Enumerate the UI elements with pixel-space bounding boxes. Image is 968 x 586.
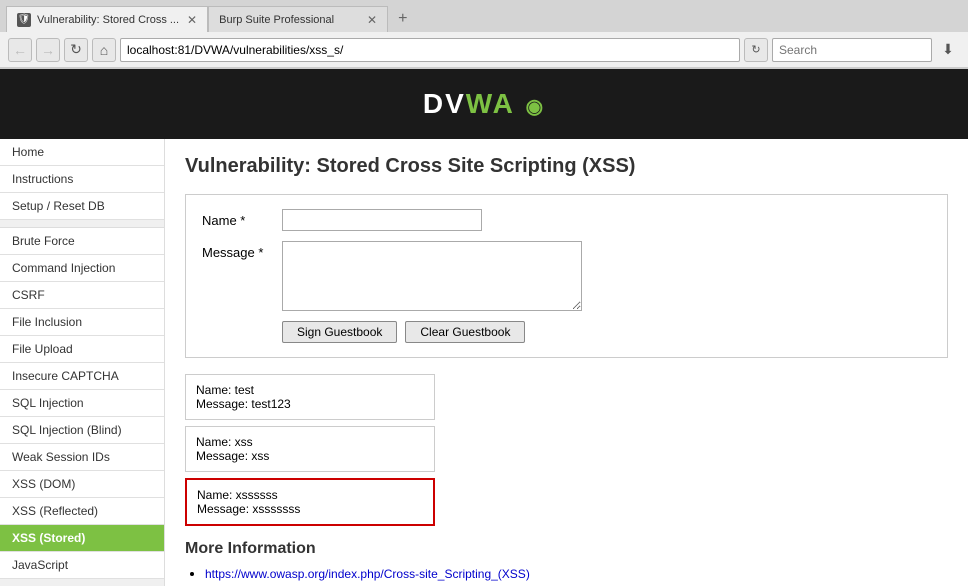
tab-title-1: Vulnerability: Stored Cross ... <box>37 14 179 26</box>
tab-bar: 🛡 Vulnerability: Stored Cross ... ✕ Burp… <box>0 0 968 32</box>
entry-1-name: Name: test <box>196 383 424 397</box>
sidebar-item-brute-force[interactable]: Brute Force <box>0 228 164 255</box>
address-bar[interactable] <box>120 38 740 62</box>
guestbook-entry-2: Name: xss Message: xss <box>185 426 435 472</box>
dvwa-logo-symbol: ◉ <box>526 96 545 118</box>
page-content: DVWA ◉ Home Instructions Setup / Reset D… <box>0 69 968 586</box>
back-button[interactable]: ← <box>8 38 32 62</box>
tab-burp[interactable]: Burp Suite Professional ✕ <box>208 6 388 32</box>
main-layout: Home Instructions Setup / Reset DB Brute… <box>0 139 968 586</box>
sidebar-item-file-inclusion[interactable]: File Inclusion <box>0 309 164 336</box>
dvwa-logo-accent: WA <box>466 88 514 119</box>
sidebar: Home Instructions Setup / Reset DB Brute… <box>0 139 165 586</box>
list-item-1: https://www.owasp.org/index.php/Cross-si… <box>205 566 948 581</box>
go-button[interactable]: ↻ <box>744 38 768 62</box>
refresh-button[interactable]: ↻ <box>64 38 88 62</box>
form-row-name: Name * <box>202 209 931 231</box>
message-label: Message * <box>202 241 282 260</box>
sidebar-item-file-upload[interactable]: File Upload <box>0 336 164 363</box>
name-label: Name * <box>202 209 282 228</box>
guestbook-entry-3: Name: xssssss Message: xsssssss <box>185 478 435 526</box>
sign-guestbook-button[interactable]: Sign Guestbook <box>282 321 397 343</box>
sidebar-item-command-injection[interactable]: Command Injection <box>0 255 164 282</box>
form-buttons: Sign Guestbook Clear Guestbook <box>282 321 931 343</box>
info-links-list: https://www.owasp.org/index.php/Cross-si… <box>185 566 948 586</box>
home-button[interactable]: ⌂ <box>92 38 116 62</box>
download-button[interactable]: ⬇ <box>936 38 960 62</box>
clear-guestbook-button[interactable]: Clear Guestbook <box>405 321 525 343</box>
sidebar-divider-1 <box>0 220 164 228</box>
new-tab-button[interactable]: + <box>392 10 413 28</box>
sidebar-item-insecure-captcha[interactable]: Insecure CAPTCHA <box>0 363 164 390</box>
sidebar-item-home[interactable]: Home <box>0 139 164 166</box>
browser-chrome: 🛡 Vulnerability: Stored Cross ... ✕ Burp… <box>0 0 968 69</box>
search-input[interactable] <box>772 38 932 62</box>
entry-2-name: Name: xss <box>196 435 424 449</box>
dvwa-header: DVWA ◉ <box>0 69 968 139</box>
entry-3-message: Message: xsssssss <box>197 502 423 516</box>
sidebar-item-weak-session[interactable]: Weak Session IDs <box>0 444 164 471</box>
sidebar-item-sql-injection[interactable]: SQL Injection <box>0 390 164 417</box>
entry-1-message: Message: test123 <box>196 397 424 411</box>
entry-2-message: Message: xss <box>196 449 424 463</box>
tab-title-2: Burp Suite Professional <box>219 14 359 26</box>
form-row-message: Message * <box>202 241 931 311</box>
sidebar-item-javascript[interactable]: JavaScript <box>0 552 164 579</box>
entry-3-name: Name: xssssss <box>197 488 423 502</box>
tab-close-1[interactable]: ✕ <box>187 13 197 27</box>
tab-active[interactable]: 🛡 Vulnerability: Stored Cross ... ✕ <box>6 6 208 32</box>
sidebar-item-instructions[interactable]: Instructions <box>0 166 164 193</box>
sidebar-item-csrf[interactable]: CSRF <box>0 282 164 309</box>
guestbook-entry-1: Name: test Message: test123 <box>185 374 435 420</box>
sidebar-item-sql-injection-blind[interactable]: SQL Injection (Blind) <box>0 417 164 444</box>
nav-bar: ← → ↻ ⌂ ↻ ⬇ <box>0 32 968 68</box>
tab-close-2[interactable]: ✕ <box>367 13 377 27</box>
message-textarea[interactable] <box>282 241 582 311</box>
sidebar-item-xss-stored[interactable]: XSS (Stored) <box>0 525 164 552</box>
sidebar-item-xss-reflected[interactable]: XSS (Reflected) <box>0 498 164 525</box>
forward-button[interactable]: → <box>36 38 60 62</box>
guestbook-form: Name * Message * Sign Guestbook Clear Gu… <box>185 194 948 358</box>
more-info-title: More Information <box>185 540 948 558</box>
more-info-section: More Information https://www.owasp.org/i… <box>185 540 948 586</box>
page-title: Vulnerability: Stored Cross Site Scripti… <box>185 155 948 178</box>
tab-favicon: 🛡 <box>17 13 31 27</box>
sidebar-item-setup[interactable]: Setup / Reset DB <box>0 193 164 220</box>
content-area: Vulnerability: Stored Cross Site Scripti… <box>165 139 968 586</box>
sidebar-item-xss-dom[interactable]: XSS (DOM) <box>0 471 164 498</box>
name-input[interactable] <box>282 209 482 231</box>
dvwa-logo: DVWA ◉ <box>423 88 545 120</box>
info-link-1[interactable]: https://www.owasp.org/index.php/Cross-si… <box>205 567 530 581</box>
